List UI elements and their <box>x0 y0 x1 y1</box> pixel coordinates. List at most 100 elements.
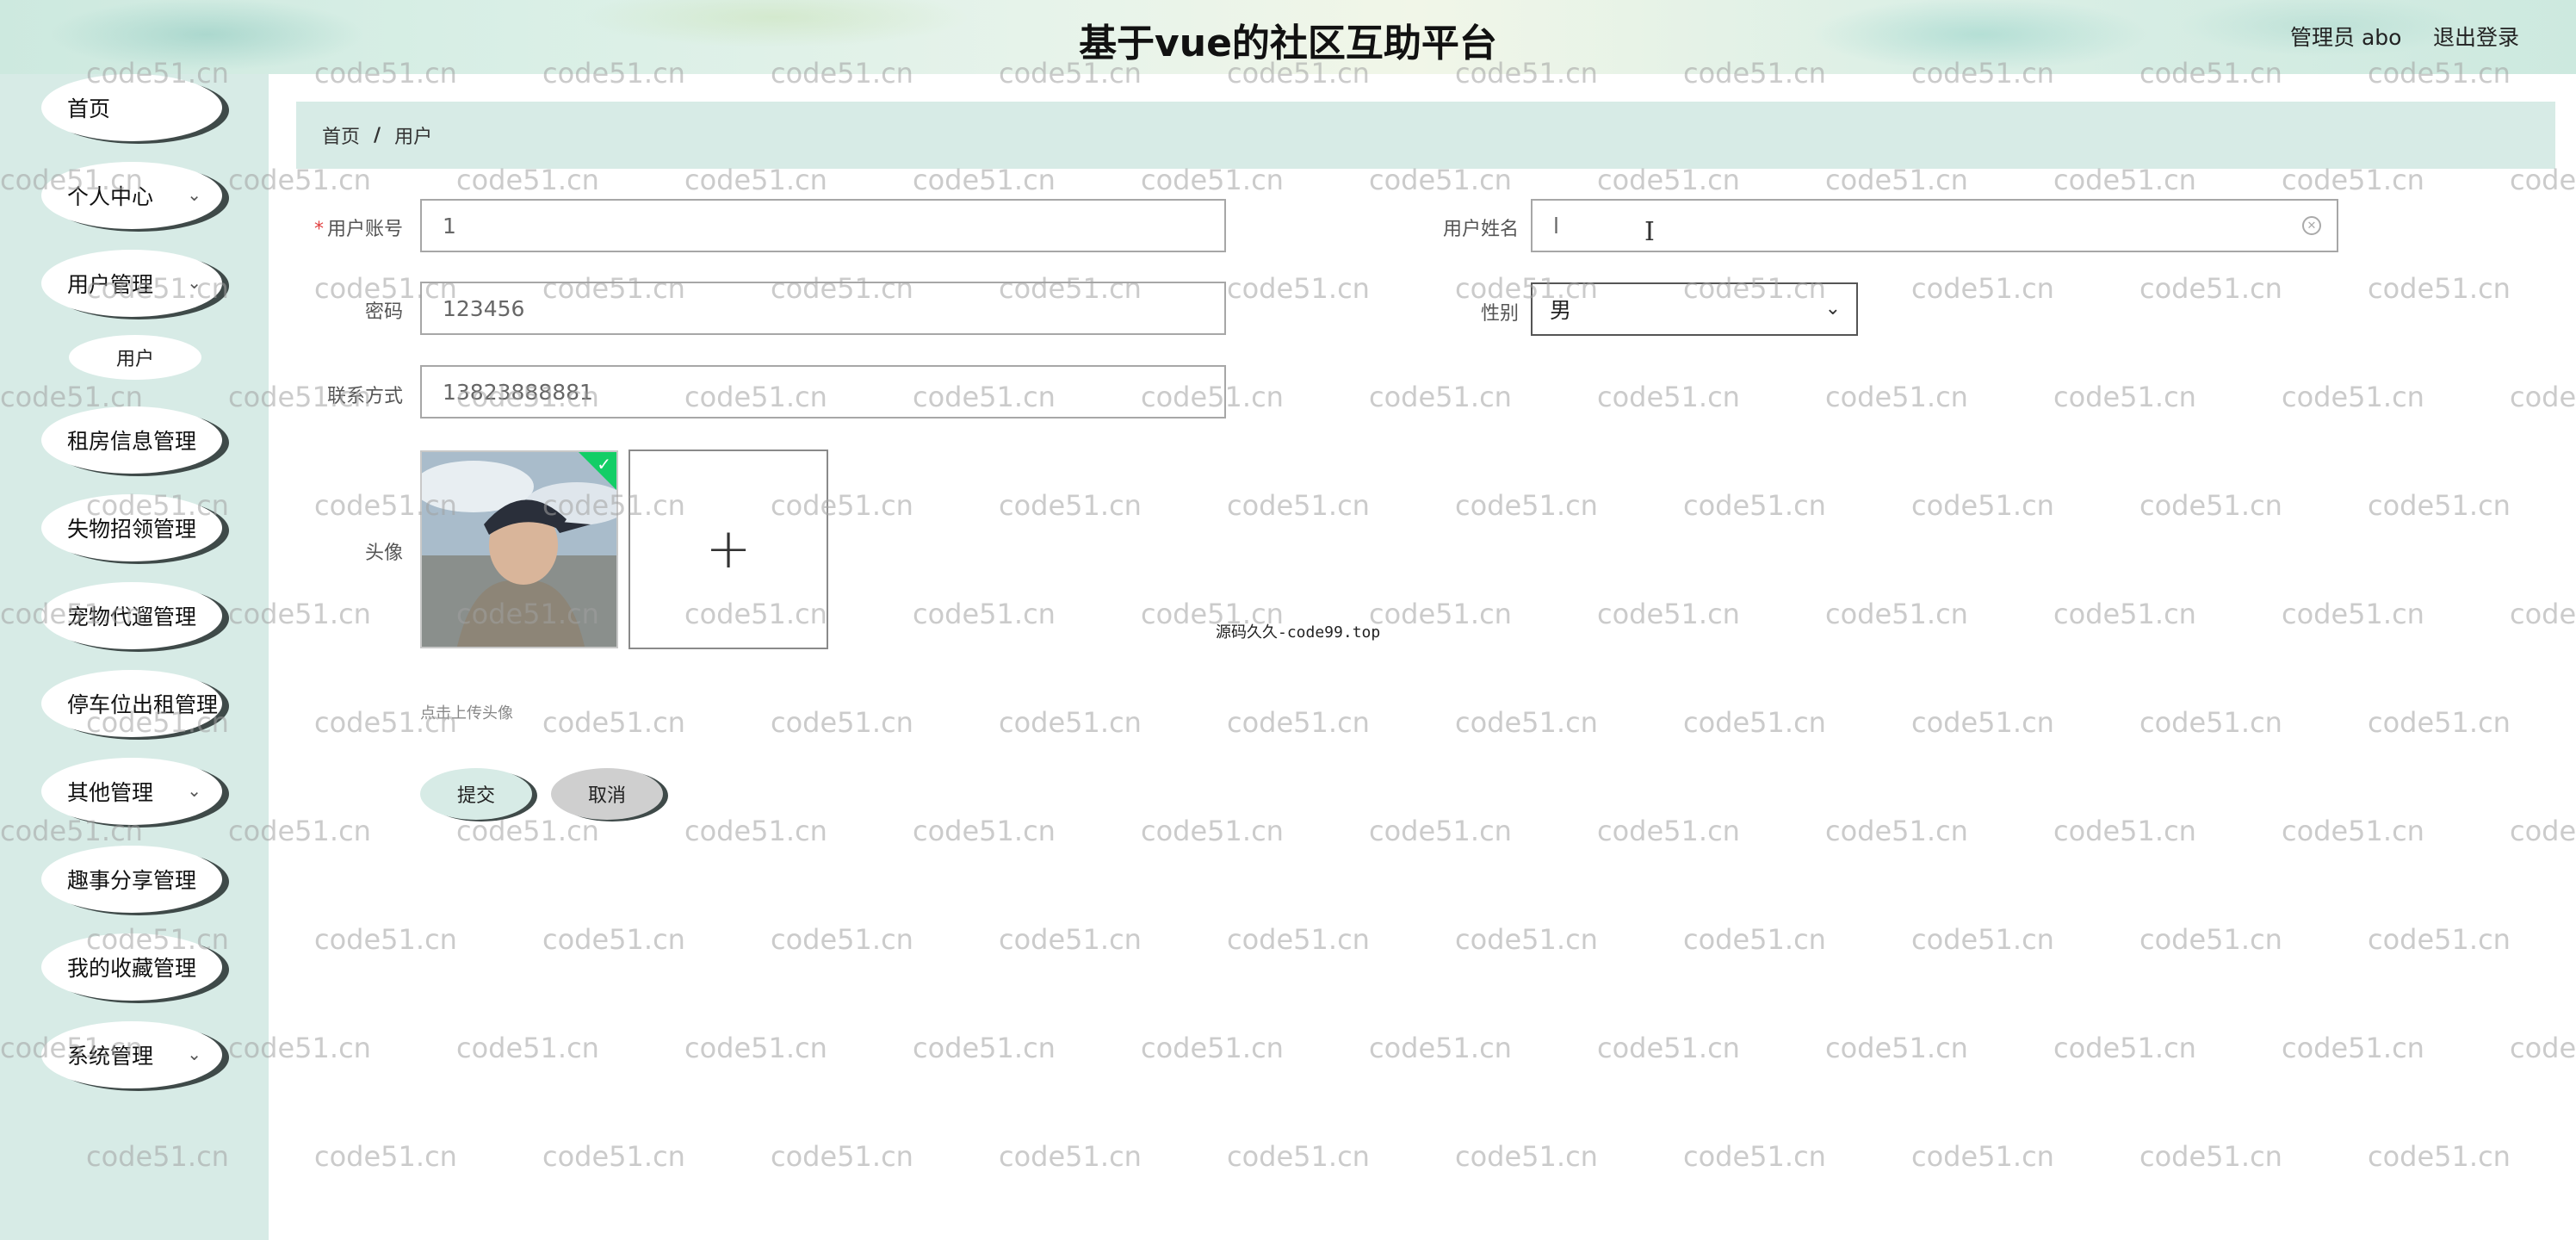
phone-input[interactable] <box>443 379 1224 405</box>
watermark-text: code51.cn <box>2368 1140 2511 1173</box>
account-label: * 用户账号 <box>313 219 403 240</box>
watermark-text: code51.cn <box>771 706 913 739</box>
sidebar-item-label: 个人中心 <box>67 184 154 209</box>
watermark-text: code51.cn <box>1683 489 1826 522</box>
breadcrumb-current: 用户 <box>394 127 433 148</box>
source-tag: 源码久久-code99.top <box>1216 623 1381 642</box>
watermark-text: code51.cn <box>2282 1032 2424 1064</box>
submit-button[interactable]: 提交 <box>420 768 532 820</box>
watermark-text: code51.cn <box>2139 923 2282 956</box>
watermark-text: code51.cn <box>1227 272 1370 305</box>
watermark-text: code51.cn <box>1227 1140 1370 1173</box>
watermark-text: code51.cn <box>1141 815 1284 847</box>
sidebar-item-favorites-management[interactable]: 我的收藏管理 <box>41 933 222 1001</box>
sidebar-item-fun-sharing-management[interactable]: 趣事分享管理 <box>41 846 222 913</box>
watermark-text: code51.cn <box>1597 381 1740 413</box>
name-input[interactable] <box>1553 213 2337 239</box>
upload-success-badge: ✓ <box>579 452 616 490</box>
sidebar-item-other-management[interactable]: 其他管理 ⌄ <box>41 758 222 825</box>
sidebar-item-lost-found-management[interactable]: 失物招领管理 <box>41 494 222 561</box>
watermark-text: code51.cn <box>2053 815 2196 847</box>
account-input[interactable] <box>443 213 1224 239</box>
password-label: 密码 <box>364 301 403 323</box>
watermark-text: code51.cn <box>1911 706 2054 739</box>
sidebar-item-home[interactable]: 首页 <box>41 74 222 141</box>
password-field[interactable] <box>420 282 1226 335</box>
watermark-text: code51.cn <box>1911 272 2054 305</box>
logout-link[interactable]: 退出登录 <box>2433 21 2519 52</box>
watermark-text: code51.cn <box>999 1140 1142 1173</box>
watermark-text: code51.cn <box>1369 598 1512 630</box>
watermark-text: code51.cn <box>2053 381 2196 413</box>
watermark-text: code51.cn <box>542 923 685 956</box>
sidebar-item-parking-rental-management[interactable]: 停车位出租管理 <box>41 670 222 737</box>
watermark-text: code51.cn <box>1911 489 2054 522</box>
name-label: 用户姓名 <box>1442 219 1519 240</box>
sidebar-item-user-management[interactable]: 用户管理 ⌄ <box>41 250 222 317</box>
chevron-down-icon: ⌄ <box>1824 298 1841 319</box>
sidebar-item-label: 停车位出租管理 <box>67 692 219 717</box>
avatar-image[interactable]: ✓ <box>420 450 618 648</box>
watermark-text: code51.cn <box>2053 598 2196 630</box>
watermark-text: code51.cn <box>2510 381 2576 413</box>
sidebar-item-rental-management[interactable]: 租房信息管理 <box>41 406 222 474</box>
sidebar-subitem-user[interactable]: 用户 <box>69 335 201 380</box>
gender-label: 性别 <box>1480 303 1519 325</box>
watermark-text: code51.cn <box>1825 598 1968 630</box>
text-cursor-icon: I <box>1644 217 1655 247</box>
circle-close-icon[interactable]: ✕ <box>2302 216 2321 235</box>
watermark-text: code51.cn <box>913 1032 1056 1064</box>
sidebar-item-personal-center[interactable]: 个人中心 ⌄ <box>41 162 222 229</box>
breadcrumb-home[interactable]: 首页 <box>322 121 360 149</box>
watermark-text: code51.cn <box>1455 1140 1598 1173</box>
watermark-text: code51.cn <box>999 489 1142 522</box>
avatar-upload-button[interactable]: + <box>629 450 828 649</box>
watermark-text: code51.cn <box>1455 706 1598 739</box>
watermark-text: code51.cn <box>999 706 1142 739</box>
watermark-text: code51.cn <box>1825 1032 1968 1064</box>
cancel-button[interactable]: 取消 <box>551 768 663 820</box>
sidebar-item-label: 租房信息管理 <box>67 429 197 454</box>
watermark-text: code51.cn <box>2139 1140 2282 1173</box>
phone-field[interactable] <box>420 365 1226 418</box>
watermark-text: code51.cn <box>2139 706 2282 739</box>
watermark-text: code51.cn <box>1141 1032 1284 1064</box>
watermark-text: code51.cn <box>2139 489 2282 522</box>
watermark-text: code51.cn <box>999 923 1142 956</box>
watermark-text: code51.cn <box>1597 815 1740 847</box>
password-input[interactable] <box>443 295 1224 321</box>
watermark-text: code51.cn <box>913 598 1056 630</box>
watermark-text: code51.cn <box>771 923 913 956</box>
watermark-text: code51.cn <box>2139 272 2282 305</box>
site-title: 基于vue的社区互助平台 <box>1079 22 1497 65</box>
watermark-text: code51.cn <box>1683 1140 1826 1173</box>
sidebar-item-label: 用户管理 <box>67 272 154 297</box>
account-field[interactable] <box>420 199 1226 252</box>
chevron-down-icon: ⌄ <box>187 1044 201 1064</box>
watermark-text: code51.cn <box>913 815 1056 847</box>
watermark-text: code51.cn <box>1911 923 2054 956</box>
watermark-text: code51.cn <box>2368 489 2511 522</box>
sidebar-item-pet-walking-management[interactable]: 宠物代遛管理 <box>41 582 222 649</box>
sidebar-item-system-management[interactable]: 系统管理 ⌄ <box>41 1021 222 1088</box>
required-marker: * <box>313 219 324 240</box>
watermark-text: code51.cn <box>1369 1032 1512 1064</box>
watermark-text: code51.cn <box>1369 815 1512 847</box>
watermark-text: code51.cn <box>1597 1032 1740 1064</box>
sidebar-item-label: 系统管理 <box>67 1044 154 1069</box>
gender-select[interactable]: 男 ⌄ <box>1531 282 1858 336</box>
watermark-text: code51.cn <box>1455 489 1598 522</box>
watermark-text: code51.cn <box>2510 598 2576 630</box>
avatar-label: 头像 <box>364 542 403 564</box>
watermark-text: code51.cn <box>542 1140 685 1173</box>
watermark-text: code51.cn <box>1683 923 1826 956</box>
watermark-text: code51.cn <box>314 1140 457 1173</box>
sidebar-item-label: 趣事分享管理 <box>67 868 197 893</box>
watermark-text: code51.cn <box>1227 706 1370 739</box>
watermark-text: code51.cn <box>1455 923 1598 956</box>
watermark-text: code51.cn <box>2368 923 2511 956</box>
upload-hint: 点击上传头像 <box>420 704 513 722</box>
current-user-label: 管理员 abo <box>2290 25 2402 50</box>
top-header: 基于vue的社区互助平台 管理员 abo 退出登录 <box>0 0 2576 74</box>
watermark-text: code51.cn <box>1227 923 1370 956</box>
